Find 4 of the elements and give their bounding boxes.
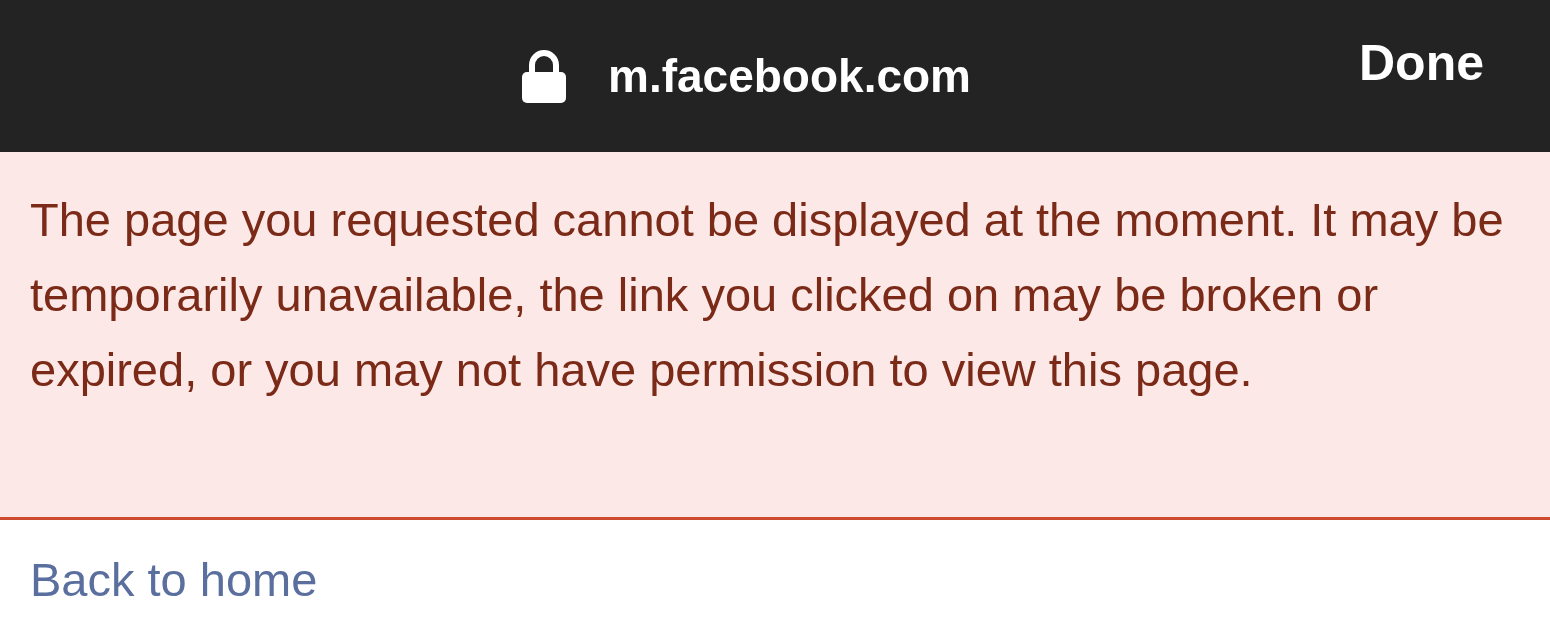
url-text: m.facebook.com [608, 49, 971, 103]
done-button[interactable]: Done [1359, 34, 1484, 92]
back-to-home-link[interactable]: Back to home [30, 552, 318, 607]
error-message: The page you requested cannot be displayed at the moment. It may be temporarily unavailable, the link you clicked on may be broken or expired, or you may not have permission to view this page. [30, 192, 1505, 398]
